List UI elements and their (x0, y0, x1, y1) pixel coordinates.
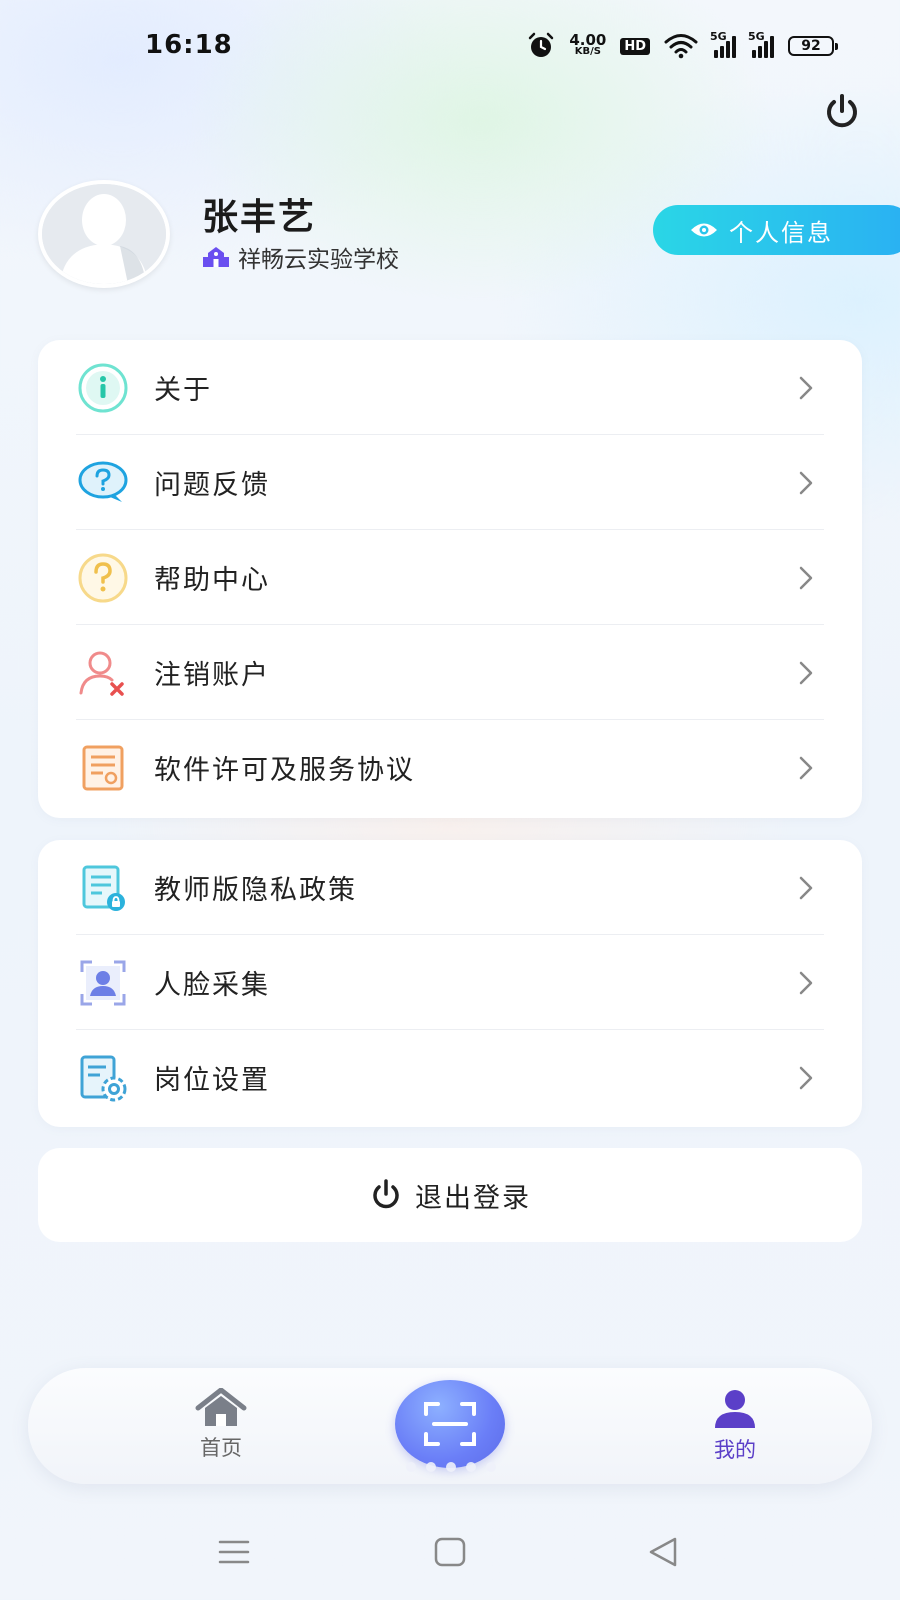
system-navigation-bar (0, 1520, 900, 1590)
scan-icon (424, 1402, 476, 1446)
menu-item-label: 岗位设置 (154, 1065, 270, 1096)
logout-button[interactable]: 退出登录 (38, 1148, 862, 1242)
tab-mine-label: 我的 (714, 1438, 756, 1462)
battery-icon: 92 (788, 36, 838, 56)
menu-icon[interactable] (214, 1532, 254, 1572)
power-icon[interactable] (822, 92, 862, 132)
home-square-icon[interactable] (430, 1532, 470, 1572)
tab-mine[interactable]: 我的 (675, 1388, 795, 1464)
menu-item-label: 软件许可及服务协议 (154, 755, 415, 786)
menu-item-privacy-policy[interactable]: 教师版隐私政策 (38, 840, 862, 935)
privacy-policy-icon (82, 865, 125, 911)
menu-item-delete-account[interactable]: 注销账户 (38, 625, 862, 720)
battery-level: 92 (801, 38, 821, 54)
power-icon (373, 1179, 399, 1209)
personal-info-label: 个人信息 (729, 218, 833, 247)
menu-item-face-capture[interactable]: 人脸采集 (38, 935, 862, 1030)
status-icons: 4.00 KB/S HD 5G 5G 92 (527, 30, 838, 60)
chevron-right-icon (799, 876, 813, 899)
bottom-tab-bar: 首页 我的 (28, 1368, 872, 1484)
wifi-icon (664, 34, 698, 59)
chevron-right-icon (799, 1066, 813, 1089)
settings-card-2: 教师版隐私政策 人脸采集 岗位设置 (38, 840, 862, 1127)
alarm-icon (529, 32, 554, 57)
status-time: 16:18 (145, 30, 233, 60)
back-triangle-icon[interactable] (645, 1532, 685, 1572)
signal-label-sim1: 5G (710, 30, 727, 43)
tab-home[interactable]: 首页 (161, 1388, 281, 1462)
chevron-right-icon (799, 971, 813, 994)
avatar[interactable] (38, 180, 170, 288)
school-info: 祥畅云实验学校 (202, 240, 399, 274)
menu-item-label: 人脸采集 (154, 970, 270, 1001)
chevron-right-icon (799, 376, 813, 399)
school-icon (203, 247, 229, 267)
status-bar: 16:18 4.00 KB/S HD 5G 5G 92 (0, 0, 900, 95)
signal-label-sim2: 5G (748, 30, 765, 43)
menu-item-label: 问题反馈 (154, 470, 270, 501)
tab-home-label: 首页 (200, 1436, 242, 1460)
network-speed-unit: KB/S (574, 46, 601, 57)
network-speed-value: 4.00 (569, 31, 607, 49)
help-icon (78, 553, 128, 602)
menu-item-label: 关于 (154, 375, 212, 406)
carousel-dots (406, 1462, 496, 1472)
school-name: 祥畅云实验学校 (238, 247, 399, 273)
home-icon (195, 1388, 247, 1426)
info-icon (78, 363, 128, 412)
chevron-right-icon (799, 471, 813, 494)
feedback-icon (78, 461, 128, 502)
network-speed: 4.00 KB/S (569, 31, 607, 58)
default-avatar-icon (42, 184, 166, 284)
face-capture-icon (80, 960, 126, 1005)
menu-item-help-center[interactable]: 帮助中心 (38, 530, 862, 625)
signal-icon-sim2: 5G (748, 30, 774, 58)
user-name: 张丰艺 (202, 197, 317, 238)
menu-item-label: 帮助中心 (154, 565, 270, 596)
menu-item-license-agreement[interactable]: 软件许可及服务协议 (38, 720, 862, 815)
chevron-right-icon (799, 756, 813, 779)
chevron-right-icon (799, 661, 813, 684)
menu-item-label: 注销账户 (154, 660, 270, 691)
personal-info-button[interactable]: 个人信息 (653, 205, 900, 255)
signal-icon-sim1: 5G (710, 30, 736, 58)
license-document-icon (82, 745, 124, 790)
menu-item-position-settings[interactable]: 岗位设置 (38, 1030, 862, 1125)
settings-card-1: 关于 问题反馈 帮助中心 注销账户 软件许可及服务协议 (38, 340, 862, 818)
eye-icon (691, 223, 717, 237)
hd-badge: HD (620, 37, 650, 55)
menu-item-label: 教师版隐私政策 (154, 875, 357, 906)
logout-label: 退出登录 (415, 1182, 531, 1214)
menu-item-about[interactable]: 关于 (38, 340, 862, 435)
scan-button[interactable] (395, 1380, 505, 1468)
menu-item-feedback[interactable]: 问题反馈 (38, 435, 862, 530)
position-settings-icon (80, 1055, 127, 1101)
chevron-right-icon (799, 566, 813, 589)
delete-account-icon (79, 651, 124, 696)
user-icon (715, 1390, 755, 1428)
